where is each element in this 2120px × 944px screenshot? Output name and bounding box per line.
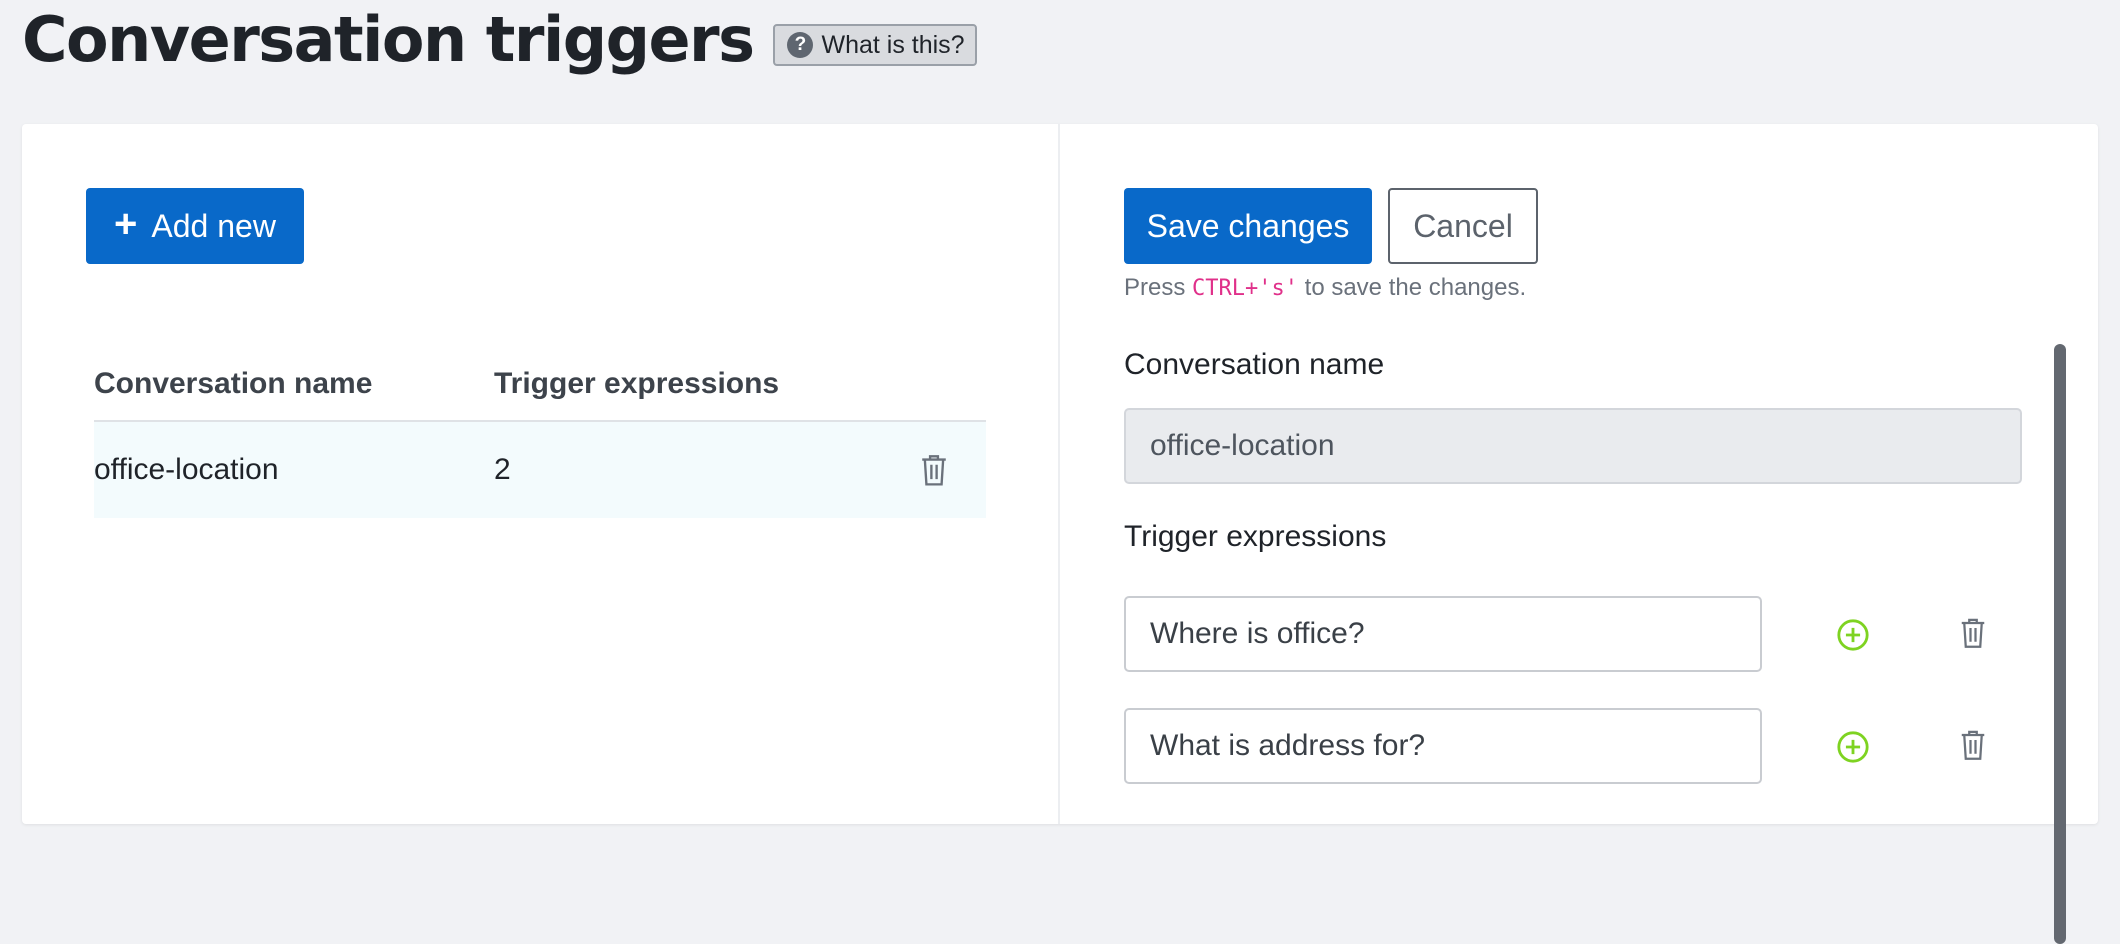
table-header: Conversation name Trigger expressions bbox=[94, 348, 986, 422]
trash-icon[interactable] bbox=[1958, 616, 1988, 650]
question-circle-icon: ? bbox=[787, 32, 814, 58]
cancel-button[interactable]: Cancel bbox=[1388, 188, 1538, 264]
save-changes-button[interactable]: Save changes bbox=[1124, 188, 1372, 264]
what-is-this-button[interactable]: ? What is this? bbox=[773, 24, 977, 66]
conversation-name-label: Conversation name bbox=[1124, 348, 1385, 381]
hint-suffix: to save the changes. bbox=[1297, 274, 1527, 301]
add-circle-icon[interactable] bbox=[1836, 730, 1870, 764]
row-expression-count: 2 bbox=[494, 453, 511, 486]
add-new-label: Add new bbox=[151, 207, 276, 244]
trigger-expressions-label: Trigger expressions bbox=[1124, 520, 1387, 553]
save-shortcut-hint: Press CTRL+'s' to save the changes. bbox=[1124, 274, 1526, 302]
page-title: Conversation triggers bbox=[22, 3, 755, 76]
trigger-expression-input[interactable]: Where is office? bbox=[1124, 596, 1762, 672]
row-conversation-name: office-location bbox=[94, 453, 279, 486]
trigger-expression-input[interactable]: What is address for? bbox=[1124, 708, 1762, 784]
hint-prefix: Press bbox=[1124, 274, 1193, 301]
page-header: Conversation triggers ? What is this? bbox=[22, 0, 977, 80]
column-header-expressions: Trigger expressions bbox=[494, 367, 780, 400]
trash-icon[interactable] bbox=[1958, 728, 1988, 762]
main-card: + Add new Conversation name Trigger expr… bbox=[22, 124, 2098, 944]
add-new-button[interactable]: + Add new bbox=[86, 188, 304, 264]
what-is-this-label: What is this? bbox=[821, 30, 965, 59]
panel-divider bbox=[1058, 124, 1060, 824]
conversation-name-field[interactable]: office-location bbox=[1124, 408, 2022, 484]
table-row[interactable]: office-location 2 bbox=[94, 422, 986, 518]
conversation-table: Conversation name Trigger expressions of… bbox=[94, 348, 986, 518]
plus-icon: + bbox=[114, 202, 138, 246]
editor-scrollbar[interactable] bbox=[2054, 344, 2066, 944]
hint-shortcut: CTRL+'s' bbox=[1192, 276, 1298, 301]
add-circle-icon[interactable] bbox=[1836, 618, 1870, 652]
column-header-name: Conversation name bbox=[94, 367, 373, 400]
trash-icon[interactable] bbox=[918, 453, 950, 487]
